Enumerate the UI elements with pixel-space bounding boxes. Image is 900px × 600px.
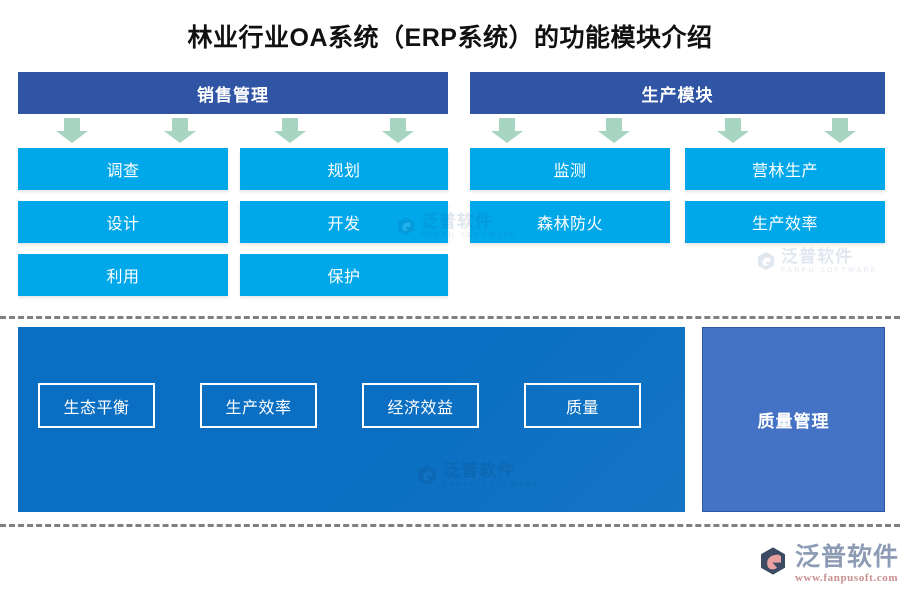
goal-chip-quality[interactable]: 质量	[524, 383, 641, 428]
module-card-production-efficiency[interactable]: 生产效率	[685, 201, 885, 243]
arrow-down-icon-3	[273, 118, 307, 144]
divider-top	[0, 316, 900, 319]
arrow-down-icon-5	[490, 118, 524, 144]
arrow-down-icon-1	[55, 118, 89, 144]
module-card-sales-planning[interactable]: 规划	[240, 148, 448, 190]
goal-chip-economic-benefit[interactable]: 经济效益	[362, 383, 479, 428]
arrow-down-icon-8	[823, 118, 857, 144]
slide-canvas: 林业行业OA系统（ERP系统）的功能模块介绍 销售管理 生产模块 调查 规划 设…	[0, 0, 900, 600]
module-card-sales-protection[interactable]: 保护	[240, 254, 448, 296]
module-card-production-forestry[interactable]: 营林生产	[685, 148, 885, 190]
section-header-production: 生产模块	[470, 72, 885, 114]
watermark-cn: 泛普软件	[781, 247, 853, 266]
arrow-down-icon-4	[381, 118, 415, 144]
module-card-sales-development[interactable]: 开发	[240, 201, 448, 243]
watermark-logo-upper-right: 泛普软件 FANPU SOFTWARE	[756, 248, 878, 274]
goal-chip-ecological-balance[interactable]: 生态平衡	[38, 383, 155, 428]
brand-name: 泛普软件	[795, 543, 900, 571]
goal-chip-production-efficiency[interactable]: 生产效率	[200, 383, 317, 428]
fanpu-mark-icon	[761, 547, 785, 575]
quality-management-panel[interactable]: 质量管理	[702, 327, 885, 512]
module-card-sales-design[interactable]: 设计	[18, 201, 228, 243]
watermark-en: FANPU SOFTWARE	[781, 267, 878, 274]
fanpu-mark-icon	[758, 252, 774, 270]
module-card-production-fire-prevention[interactable]: 森林防火	[470, 201, 670, 243]
module-card-production-monitoring[interactable]: 监测	[470, 148, 670, 190]
arrow-down-icon-2	[163, 118, 197, 144]
section-header-sales: 销售管理	[18, 72, 448, 114]
brand-logo: 泛普软件 www.fanpusoft.com	[757, 545, 899, 584]
divider-bottom	[0, 524, 900, 527]
arrow-down-icon-7	[716, 118, 750, 144]
page-title: 林业行业OA系统（ERP系统）的功能模块介绍	[187, 24, 713, 52]
brand-url: www.fanpusoft.com	[795, 572, 899, 584]
module-card-sales-survey[interactable]: 调查	[18, 148, 228, 190]
module-card-sales-utilization[interactable]: 利用	[18, 254, 228, 296]
arrow-down-icon-6	[597, 118, 631, 144]
